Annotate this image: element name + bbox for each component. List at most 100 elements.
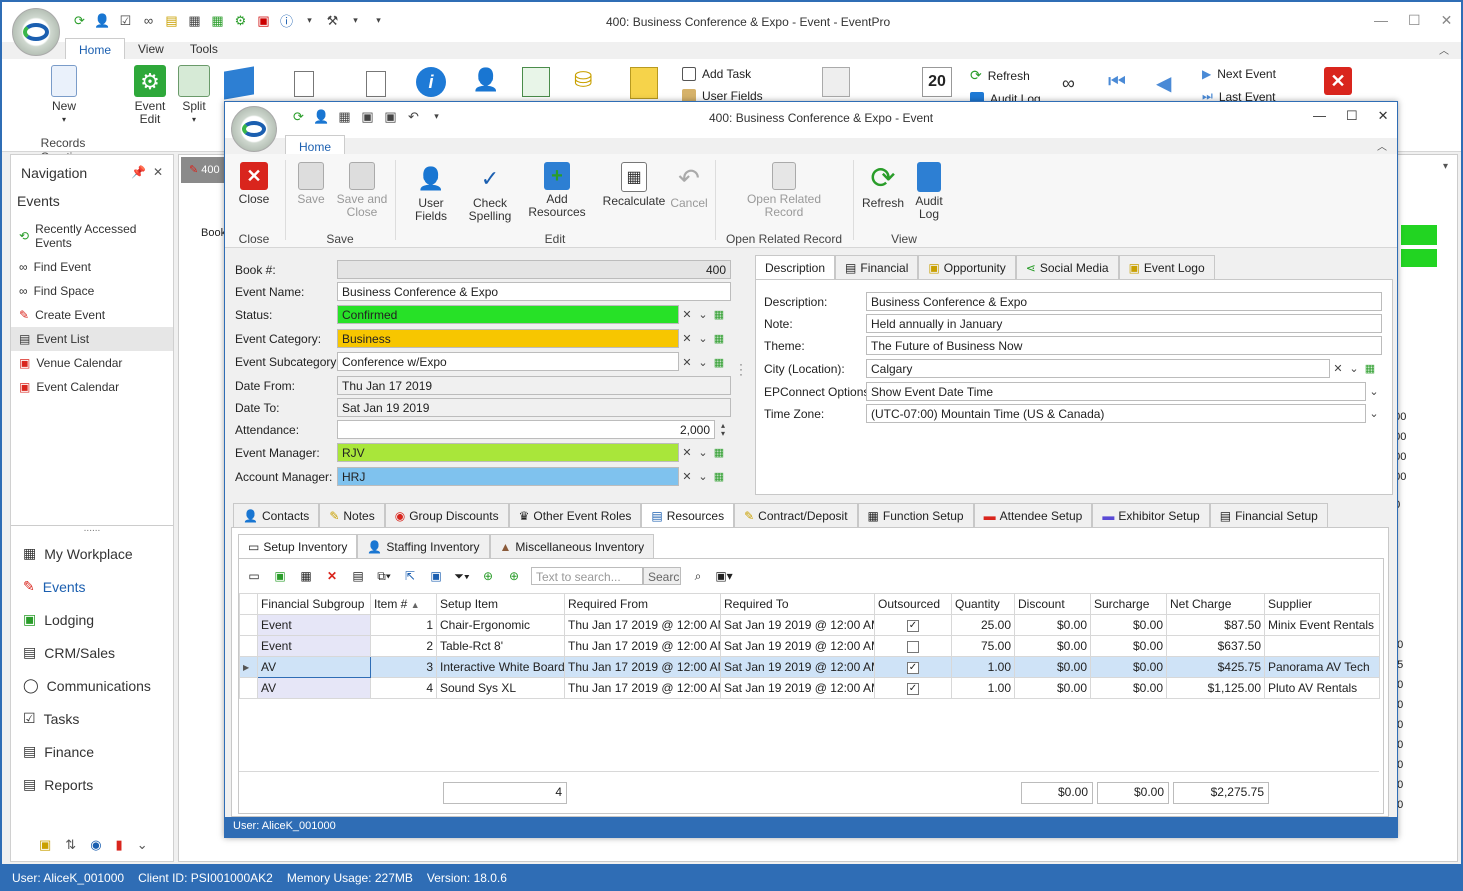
outsourced-checkbox[interactable]: ✓ (907, 619, 919, 632)
tab-financial-setup[interactable]: ▤ Financial Setup (1209, 503, 1328, 527)
clear-icon[interactable]: ✕ (1330, 359, 1346, 378)
module-communications[interactable]: ◯ Communications (11, 669, 173, 702)
details-icon[interactable]: ▣ (427, 567, 445, 585)
lookup-icon[interactable]: ▦ (711, 329, 727, 348)
tab-social-media[interactable]: ⋖ Social Media (1015, 255, 1119, 279)
save-icon[interactable]: ▣ (358, 108, 377, 125)
user-fields-icon[interactable]: 👤 (93, 12, 112, 29)
lookup-icon[interactable]: ▦ (711, 353, 727, 372)
chevron-down-icon[interactable]: ⌄ (1366, 404, 1382, 423)
close-icon[interactable]: ✕ (153, 165, 163, 179)
save-close-icon[interactable]: ▣ (381, 108, 400, 125)
tab-contract-deposit[interactable]: ✎ Contract/Deposit (734, 503, 858, 527)
user-lock-icon[interactable]: 👤 (472, 67, 502, 97)
date-from-field[interactable]: Thu Jan 17 2019 (337, 376, 731, 395)
search-input[interactable]: Text to search... (531, 567, 643, 585)
settings-icon[interactable]: ⚙ (231, 12, 250, 29)
recalculate-button[interactable]: ▦ Recalculate (603, 162, 665, 208)
nav-item-event-calendar[interactable]: ▣ Event Calendar (11, 375, 173, 399)
tab-function-setup[interactable]: ▦ Function Setup (857, 503, 974, 527)
calculator-icon[interactable]: ▦ (185, 12, 204, 29)
move-up-icon[interactable]: ⊕ (479, 567, 497, 585)
refresh-button[interactable]: ⟳ Refresh (861, 162, 905, 210)
description-field[interactable]: Business Conference & Expo (866, 292, 1382, 311)
tab-staffing-inventory[interactable]: 👤 Staffing Inventory (357, 534, 490, 558)
search-button[interactable]: Search (643, 567, 681, 585)
note-field[interactable]: Held annually in January (866, 314, 1382, 333)
clear-icon[interactable]: ✕ (679, 305, 695, 324)
col-net-charge[interactable]: Net Charge (1166, 593, 1265, 615)
chevron-down-icon[interactable]: ⌄ (1346, 359, 1362, 378)
attendance-spinner[interactable]: ▴ ▾ (715, 420, 731, 439)
module-reports[interactable]: ▤ Reports (11, 768, 173, 801)
outsourced-checkbox[interactable]: ✓ (907, 661, 919, 674)
lookup-icon[interactable]: ▦ (711, 467, 727, 486)
minimize-icon[interactable]: — (1313, 108, 1326, 124)
add-resources-button[interactable]: + Add Resources (519, 162, 595, 219)
nav-item-find-event[interactable]: ∞ Find Event (11, 255, 173, 279)
city-field[interactable]: Calgary (866, 359, 1330, 378)
delete-icon[interactable]: ✕ (323, 567, 341, 585)
undo-icon[interactable]: ↶ (404, 108, 423, 125)
tab-other-event-roles[interactable]: ♛ Other Event Roles (508, 503, 642, 527)
clear-icon[interactable]: ✕ (679, 467, 695, 486)
audit-log-button[interactable]: Audit Log (911, 162, 947, 221)
app-logo[interactable] (12, 8, 60, 56)
module-my-workplace[interactable]: ▦ My Workplace (11, 537, 173, 570)
tab-view[interactable]: View (125, 38, 177, 61)
customize-qat-icon[interactable]: ▾ (427, 108, 446, 125)
tools-icon[interactable]: ⚒ (323, 12, 342, 29)
col-supplier[interactable]: Supplier (1264, 593, 1380, 615)
table-row[interactable]: Event 1 Chair-Ergonomic Thu Jan 17 2019 … (239, 614, 1380, 636)
nav-item-event-list[interactable]: ▤ Event List (11, 327, 173, 351)
lookup-icon[interactable]: ▦ (711, 443, 727, 462)
clear-icon[interactable]: ✕ (679, 353, 695, 372)
table-row-selected[interactable]: ▶ AV 3 Interactive White Board Thu Jan 1… (239, 656, 1380, 678)
binoculars-icon[interactable]: ∞ (139, 12, 158, 29)
outsourced-checkbox[interactable]: ✓ (907, 682, 919, 695)
binoculars-icon[interactable]: ∞ (1062, 73, 1075, 94)
cube-icon[interactable] (224, 66, 254, 100)
save-layout-icon[interactable]: ▣▾ (715, 567, 733, 585)
col-surcharge[interactable]: Surcharge (1090, 593, 1167, 615)
add-multiple-icon[interactable]: ▣ (271, 567, 289, 585)
save-and-close-button[interactable]: Save and Close (337, 162, 387, 219)
report-icon[interactable] (822, 67, 850, 97)
calendar-icon[interactable]: ▣ (254, 12, 273, 29)
lookup-icon[interactable]: ▦ (711, 305, 727, 324)
status-field[interactable]: Confirmed (337, 305, 679, 324)
refresh-icon[interactable]: ⟳ (289, 108, 308, 125)
chevron-down-icon[interactable]: ⌄ (695, 467, 711, 486)
timezone-field[interactable]: (UTC-07:00) Mountain Time (US & Canada) (866, 404, 1366, 423)
tab-description[interactable]: Description (755, 255, 836, 279)
first-record-icon[interactable]: ⏮ (1108, 71, 1126, 94)
open-related-record-button[interactable]: Open Related Record (745, 162, 823, 219)
collapse-ribbon-icon[interactable]: ︿ (1377, 138, 1387, 153)
minimize-icon[interactable]: — (1374, 12, 1388, 29)
col-required-to[interactable]: Required To (720, 593, 875, 615)
module-crm-sales[interactable]: ▤ CRM/Sales (11, 636, 173, 669)
maximize-icon[interactable]: ☐ (1408, 12, 1421, 29)
module-events[interactable]: ✎ Events (11, 570, 173, 603)
module-tasks[interactable]: ☑ Tasks (11, 702, 173, 735)
pin-icon[interactable]: 📌 (131, 165, 146, 179)
nav-item-find-space[interactable]: ∞ Find Space (11, 279, 173, 303)
customize-qat-icon[interactable]: ▾ (369, 12, 388, 29)
search-doc-icon[interactable]: ⌕ (689, 567, 707, 585)
tab-setup-inventory[interactable]: ▭ Setup Inventory (238, 534, 358, 558)
filter-icon[interactable]: ⏷▾ (453, 567, 471, 585)
calculator-icon[interactable]: ▦ (297, 567, 315, 585)
chart-icon[interactable]: ▮ (116, 837, 123, 853)
chevron-down-icon[interactable]: ⌄ (695, 353, 711, 372)
add-task-button[interactable]: Add Task (682, 67, 763, 81)
tab-miscellaneous-inventory[interactable]: ▲ Miscellaneous Inventory (489, 534, 655, 558)
col-outsourced[interactable]: Outsourced (874, 593, 952, 615)
tab-opportunity[interactable]: ▣ Opportunity (918, 255, 1016, 279)
copy-icon[interactable]: ⧉▾ (375, 567, 393, 585)
table-row[interactable]: Event 2 Table-Rct 8' Thu Jan 17 2019 @ 1… (239, 635, 1380, 657)
lodging-small-icon[interactable]: ▣ (39, 837, 51, 853)
sort-icon[interactable]: ⇅ (65, 837, 76, 853)
info-icon[interactable]: i (416, 67, 446, 97)
close-button[interactable]: ✕ Close (235, 162, 273, 206)
list-icon[interactable]: ▤ (349, 567, 367, 585)
